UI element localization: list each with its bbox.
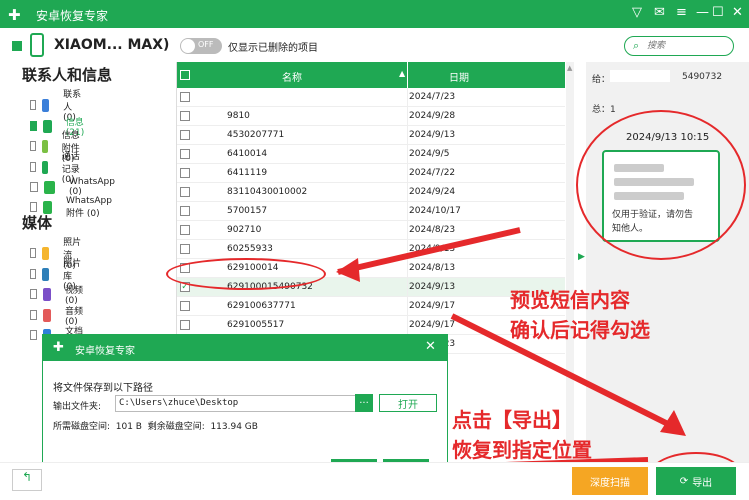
annotation-preview-line2: 确认后记得勾选	[510, 318, 650, 342]
arrow-head	[336, 258, 360, 282]
dialog-title-bar: ✚ 安卓恢复专家 ✕	[43, 335, 447, 361]
dialog-heading: 将文件保存到以下路径	[53, 383, 153, 394]
folder-path-field[interactable]: C:\Users\zhuce\Desktop	[115, 395, 357, 412]
arrow-to-row	[337, 227, 521, 275]
back-button[interactable]: ↰	[12, 469, 42, 491]
dialog-logo-icon: ✚	[53, 340, 64, 355]
folder-label: 输出文件夹:	[53, 402, 102, 412]
dialog-title: 安卓恢复专家	[75, 346, 135, 357]
annotation-export-line1: 点击【导出】	[452, 408, 572, 432]
export-button[interactable]: ⟳ 导出	[656, 467, 736, 495]
highlight-ring-preview	[576, 110, 746, 260]
open-folder-button[interactable]: 打开	[379, 394, 437, 412]
annotation-preview-line1: 预览短信内容	[510, 288, 630, 312]
deep-scan-button[interactable]: 深度扫描	[572, 467, 648, 495]
browse-button[interactable]: ···	[355, 394, 373, 412]
dialog-close-icon[interactable]: ✕	[425, 339, 436, 354]
disk-space-info: 所需磁盘空间: 101 B 剩余磁盘空间: 113.94 GB	[53, 422, 258, 432]
folder-path-value: C:\Users\zhuce\Desktop	[119, 398, 239, 408]
bottom-bar: ↰ 深度扫描 ⟳ 导出	[0, 462, 749, 500]
export-label: 导出	[692, 477, 713, 489]
annotation-export-line2: 恢复到指定位置	[452, 438, 592, 462]
highlight-ring-row	[166, 258, 326, 290]
export-icon: ⟳	[679, 475, 689, 487]
